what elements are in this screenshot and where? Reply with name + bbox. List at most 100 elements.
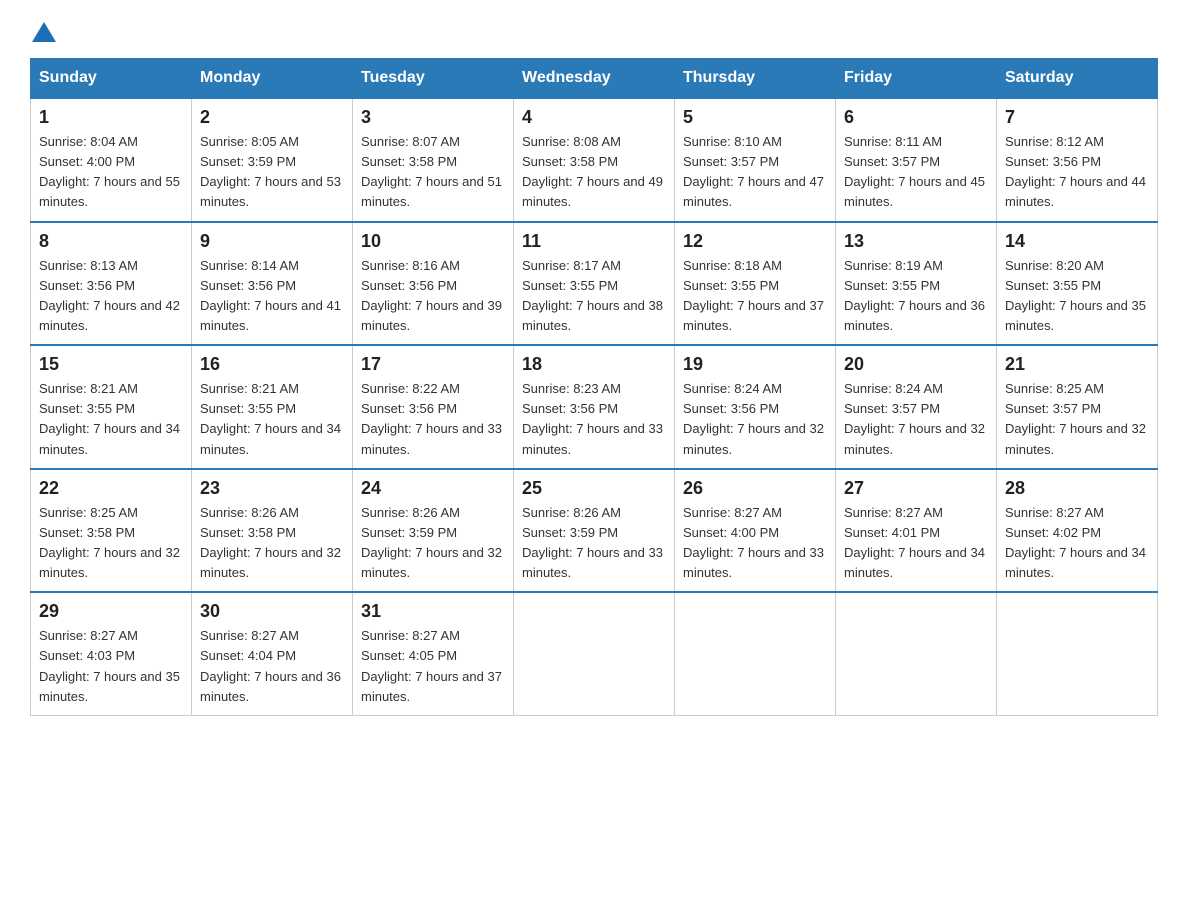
weekday-header-row: SundayMondayTuesdayWednesdayThursdayFrid… <box>31 59 1158 99</box>
logo <box>30 20 58 40</box>
day-info: Sunrise: 8:27 AM Sunset: 4:00 PM Dayligh… <box>683 503 827 584</box>
weekday-header-tuesday: Tuesday <box>353 59 514 99</box>
day-info: Sunrise: 8:05 AM Sunset: 3:59 PM Dayligh… <box>200 132 344 213</box>
calendar-cell: 24 Sunrise: 8:26 AM Sunset: 3:59 PM Dayl… <box>353 469 514 593</box>
day-info: Sunrise: 8:12 AM Sunset: 3:56 PM Dayligh… <box>1005 132 1149 213</box>
logo-blue-part <box>30 20 58 40</box>
day-info: Sunrise: 8:07 AM Sunset: 3:58 PM Dayligh… <box>361 132 505 213</box>
calendar-cell: 7 Sunrise: 8:12 AM Sunset: 3:56 PM Dayli… <box>997 98 1158 222</box>
calendar-cell: 4 Sunrise: 8:08 AM Sunset: 3:58 PM Dayli… <box>514 98 675 222</box>
calendar-cell: 19 Sunrise: 8:24 AM Sunset: 3:56 PM Dayl… <box>675 345 836 469</box>
day-number: 10 <box>361 231 505 252</box>
logo-triangle-icon <box>32 22 56 42</box>
calendar-cell: 11 Sunrise: 8:17 AM Sunset: 3:55 PM Dayl… <box>514 222 675 346</box>
calendar-cell: 17 Sunrise: 8:22 AM Sunset: 3:56 PM Dayl… <box>353 345 514 469</box>
day-number: 25 <box>522 478 666 499</box>
weekday-header-saturday: Saturday <box>997 59 1158 99</box>
day-info: Sunrise: 8:18 AM Sunset: 3:55 PM Dayligh… <box>683 256 827 337</box>
calendar-table: SundayMondayTuesdayWednesdayThursdayFrid… <box>30 58 1158 716</box>
calendar-week-row: 22 Sunrise: 8:25 AM Sunset: 3:58 PM Dayl… <box>31 469 1158 593</box>
calendar-cell <box>675 592 836 715</box>
day-info: Sunrise: 8:24 AM Sunset: 3:57 PM Dayligh… <box>844 379 988 460</box>
day-number: 2 <box>200 107 344 128</box>
day-number: 15 <box>39 354 183 375</box>
calendar-cell: 9 Sunrise: 8:14 AM Sunset: 3:56 PM Dayli… <box>192 222 353 346</box>
day-number: 11 <box>522 231 666 252</box>
day-number: 26 <box>683 478 827 499</box>
day-number: 18 <box>522 354 666 375</box>
calendar-cell: 10 Sunrise: 8:16 AM Sunset: 3:56 PM Dayl… <box>353 222 514 346</box>
day-number: 1 <box>39 107 183 128</box>
day-info: Sunrise: 8:04 AM Sunset: 4:00 PM Dayligh… <box>39 132 183 213</box>
day-number: 16 <box>200 354 344 375</box>
day-info: Sunrise: 8:25 AM Sunset: 3:57 PM Dayligh… <box>1005 379 1149 460</box>
calendar-cell <box>997 592 1158 715</box>
day-number: 5 <box>683 107 827 128</box>
calendar-cell: 23 Sunrise: 8:26 AM Sunset: 3:58 PM Dayl… <box>192 469 353 593</box>
day-number: 3 <box>361 107 505 128</box>
calendar-cell: 30 Sunrise: 8:27 AM Sunset: 4:04 PM Dayl… <box>192 592 353 715</box>
calendar-cell: 26 Sunrise: 8:27 AM Sunset: 4:00 PM Dayl… <box>675 469 836 593</box>
day-number: 24 <box>361 478 505 499</box>
day-number: 12 <box>683 231 827 252</box>
calendar-cell <box>514 592 675 715</box>
day-number: 17 <box>361 354 505 375</box>
day-info: Sunrise: 8:19 AM Sunset: 3:55 PM Dayligh… <box>844 256 988 337</box>
calendar-cell: 31 Sunrise: 8:27 AM Sunset: 4:05 PM Dayl… <box>353 592 514 715</box>
day-info: Sunrise: 8:08 AM Sunset: 3:58 PM Dayligh… <box>522 132 666 213</box>
day-info: Sunrise: 8:25 AM Sunset: 3:58 PM Dayligh… <box>39 503 183 584</box>
calendar-cell: 12 Sunrise: 8:18 AM Sunset: 3:55 PM Dayl… <box>675 222 836 346</box>
day-info: Sunrise: 8:26 AM Sunset: 3:59 PM Dayligh… <box>361 503 505 584</box>
day-number: 22 <box>39 478 183 499</box>
day-number: 4 <box>522 107 666 128</box>
day-info: Sunrise: 8:26 AM Sunset: 3:59 PM Dayligh… <box>522 503 666 584</box>
day-info: Sunrise: 8:23 AM Sunset: 3:56 PM Dayligh… <box>522 379 666 460</box>
page-header <box>30 20 1158 40</box>
day-number: 19 <box>683 354 827 375</box>
calendar-cell: 1 Sunrise: 8:04 AM Sunset: 4:00 PM Dayli… <box>31 98 192 222</box>
calendar-week-row: 15 Sunrise: 8:21 AM Sunset: 3:55 PM Dayl… <box>31 345 1158 469</box>
day-info: Sunrise: 8:27 AM Sunset: 4:03 PM Dayligh… <box>39 626 183 707</box>
calendar-cell: 22 Sunrise: 8:25 AM Sunset: 3:58 PM Dayl… <box>31 469 192 593</box>
calendar-cell: 6 Sunrise: 8:11 AM Sunset: 3:57 PM Dayli… <box>836 98 997 222</box>
calendar-cell: 25 Sunrise: 8:26 AM Sunset: 3:59 PM Dayl… <box>514 469 675 593</box>
weekday-header-wednesday: Wednesday <box>514 59 675 99</box>
day-number: 8 <box>39 231 183 252</box>
day-info: Sunrise: 8:21 AM Sunset: 3:55 PM Dayligh… <box>200 379 344 460</box>
calendar-week-row: 1 Sunrise: 8:04 AM Sunset: 4:00 PM Dayli… <box>31 98 1158 222</box>
calendar-week-row: 29 Sunrise: 8:27 AM Sunset: 4:03 PM Dayl… <box>31 592 1158 715</box>
calendar-cell: 27 Sunrise: 8:27 AM Sunset: 4:01 PM Dayl… <box>836 469 997 593</box>
day-number: 21 <box>1005 354 1149 375</box>
day-info: Sunrise: 8:27 AM Sunset: 4:01 PM Dayligh… <box>844 503 988 584</box>
day-number: 31 <box>361 601 505 622</box>
day-info: Sunrise: 8:24 AM Sunset: 3:56 PM Dayligh… <box>683 379 827 460</box>
calendar-cell: 5 Sunrise: 8:10 AM Sunset: 3:57 PM Dayli… <box>675 98 836 222</box>
day-number: 14 <box>1005 231 1149 252</box>
day-info: Sunrise: 8:11 AM Sunset: 3:57 PM Dayligh… <box>844 132 988 213</box>
calendar-cell: 18 Sunrise: 8:23 AM Sunset: 3:56 PM Dayl… <box>514 345 675 469</box>
calendar-cell: 13 Sunrise: 8:19 AM Sunset: 3:55 PM Dayl… <box>836 222 997 346</box>
day-info: Sunrise: 8:22 AM Sunset: 3:56 PM Dayligh… <box>361 379 505 460</box>
day-info: Sunrise: 8:14 AM Sunset: 3:56 PM Dayligh… <box>200 256 344 337</box>
day-info: Sunrise: 8:27 AM Sunset: 4:05 PM Dayligh… <box>361 626 505 707</box>
weekday-header-thursday: Thursday <box>675 59 836 99</box>
calendar-cell: 15 Sunrise: 8:21 AM Sunset: 3:55 PM Dayl… <box>31 345 192 469</box>
day-number: 9 <box>200 231 344 252</box>
calendar-cell <box>836 592 997 715</box>
day-number: 29 <box>39 601 183 622</box>
day-info: Sunrise: 8:13 AM Sunset: 3:56 PM Dayligh… <box>39 256 183 337</box>
weekday-header-sunday: Sunday <box>31 59 192 99</box>
day-info: Sunrise: 8:26 AM Sunset: 3:58 PM Dayligh… <box>200 503 344 584</box>
calendar-cell: 29 Sunrise: 8:27 AM Sunset: 4:03 PM Dayl… <box>31 592 192 715</box>
day-number: 30 <box>200 601 344 622</box>
day-info: Sunrise: 8:20 AM Sunset: 3:55 PM Dayligh… <box>1005 256 1149 337</box>
calendar-cell: 3 Sunrise: 8:07 AM Sunset: 3:58 PM Dayli… <box>353 98 514 222</box>
calendar-cell: 21 Sunrise: 8:25 AM Sunset: 3:57 PM Dayl… <box>997 345 1158 469</box>
day-info: Sunrise: 8:27 AM Sunset: 4:04 PM Dayligh… <box>200 626 344 707</box>
day-number: 28 <box>1005 478 1149 499</box>
calendar-cell: 14 Sunrise: 8:20 AM Sunset: 3:55 PM Dayl… <box>997 222 1158 346</box>
day-info: Sunrise: 8:10 AM Sunset: 3:57 PM Dayligh… <box>683 132 827 213</box>
calendar-cell: 20 Sunrise: 8:24 AM Sunset: 3:57 PM Dayl… <box>836 345 997 469</box>
day-number: 23 <box>200 478 344 499</box>
weekday-header-friday: Friday <box>836 59 997 99</box>
